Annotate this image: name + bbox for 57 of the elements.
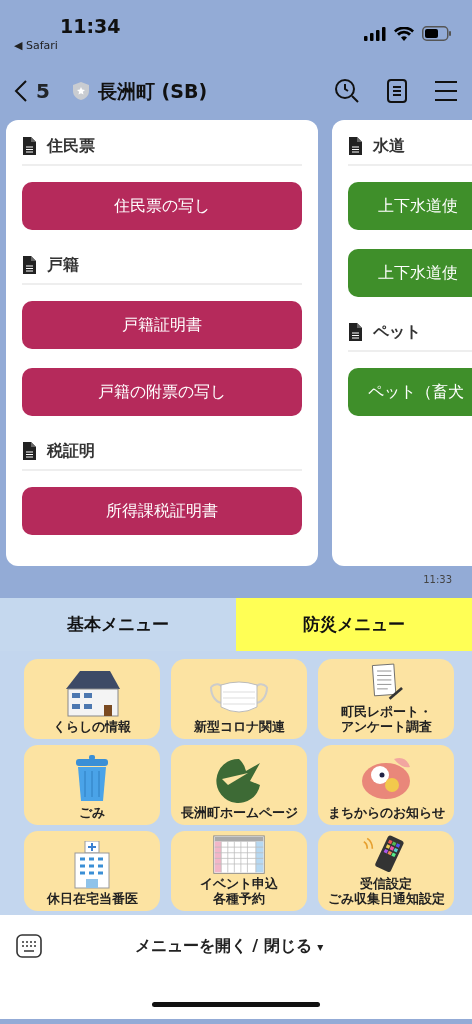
document-icon bbox=[22, 441, 37, 461]
status-time: 11:34 bbox=[60, 15, 121, 37]
tile-label-line: 各種予約 bbox=[213, 891, 265, 906]
notes-icon[interactable] bbox=[386, 78, 408, 104]
document-icon bbox=[348, 136, 363, 156]
tile-label-line: 新型コロナ関連 bbox=[193, 719, 285, 734]
tile-label-line: アンケート調査 bbox=[340, 719, 432, 734]
action-button[interactable]: 上下水道使 bbox=[348, 249, 472, 297]
menu-tile[interactable]: 休日在宅当番医 bbox=[24, 831, 160, 911]
shield-icon bbox=[71, 81, 90, 101]
message-time: 11:33 bbox=[422, 573, 453, 587]
section-title: ペット bbox=[373, 321, 421, 343]
action-button[interactable]: 住民票の写し bbox=[22, 182, 302, 230]
tile-label-line: ごみ収集日通知設定 bbox=[327, 891, 445, 906]
action-button[interactable]: 上下水道使 bbox=[348, 182, 472, 230]
menu-tab[interactable]: 防災メニュー bbox=[236, 598, 472, 651]
menu-tile[interactable]: 新型コロナ関連 bbox=[171, 659, 307, 739]
unread-count: 5 bbox=[36, 78, 50, 105]
section-title: 水道 bbox=[373, 135, 405, 157]
action-button[interactable]: 所得課税証明書 bbox=[22, 487, 302, 535]
wifi-icon bbox=[394, 26, 414, 41]
menu-tile[interactable]: まちからのお知らせ bbox=[318, 745, 454, 825]
caret-icon: ▾ bbox=[317, 940, 324, 954]
section-title: 税証明 bbox=[47, 440, 95, 462]
chat-title: 長洲町 (SB) bbox=[97, 78, 208, 104]
section-title: 住民票 bbox=[47, 135, 95, 157]
tile-label-line: 休日在宅当番医 bbox=[46, 891, 138, 906]
menu-tile[interactable]: イベント申込 各種予約 bbox=[171, 831, 307, 911]
menu-icon[interactable] bbox=[434, 80, 458, 102]
document-icon bbox=[22, 255, 37, 275]
tile-label-line: 受信設定 bbox=[360, 877, 412, 892]
action-button[interactable]: 戸籍の附票の写し bbox=[22, 368, 302, 416]
tile-label-line: 長洲町ホームページ bbox=[180, 805, 298, 820]
menu-tile[interactable]: 受信設定 ごみ収集日通知設定 bbox=[318, 831, 454, 911]
menu-tile[interactable]: ごみ bbox=[24, 745, 160, 825]
tile-label-line: まちからのお知らせ bbox=[327, 805, 445, 820]
tile-label-line: ごみ bbox=[79, 805, 105, 820]
menu-tile[interactable]: くらしの情報 bbox=[24, 659, 160, 739]
back-to-app-link[interactable]: ◀ Safari bbox=[14, 38, 58, 55]
menu-tile[interactable]: 町民レポート・ アンケート調査 bbox=[318, 659, 454, 739]
action-button[interactable]: 戸籍証明書 bbox=[22, 301, 302, 349]
action-button[interactable]: ペット（畜犬 bbox=[348, 368, 472, 416]
menu-toggle-button[interactable]: メニューを開く / 閉じる ▾ bbox=[42, 933, 416, 959]
tile-label-line: 町民レポート・ bbox=[340, 705, 432, 720]
tile-label-line: イベント申込 bbox=[200, 877, 278, 892]
document-icon bbox=[348, 322, 363, 342]
calendar-grid-icon bbox=[211, 835, 267, 875]
hospital-icon bbox=[73, 840, 111, 889]
keyboard-icon[interactable] bbox=[16, 934, 42, 958]
back-icon[interactable] bbox=[14, 79, 28, 103]
section-title: 戸籍 bbox=[47, 254, 79, 276]
tile-label-line: くらしの情報 bbox=[53, 719, 131, 734]
battery-icon bbox=[422, 26, 452, 41]
search-icon[interactable] bbox=[334, 78, 360, 104]
menu-tile[interactable]: 長洲町ホームページ bbox=[171, 745, 307, 825]
signal-icon bbox=[364, 26, 386, 41]
document-icon bbox=[22, 136, 37, 156]
